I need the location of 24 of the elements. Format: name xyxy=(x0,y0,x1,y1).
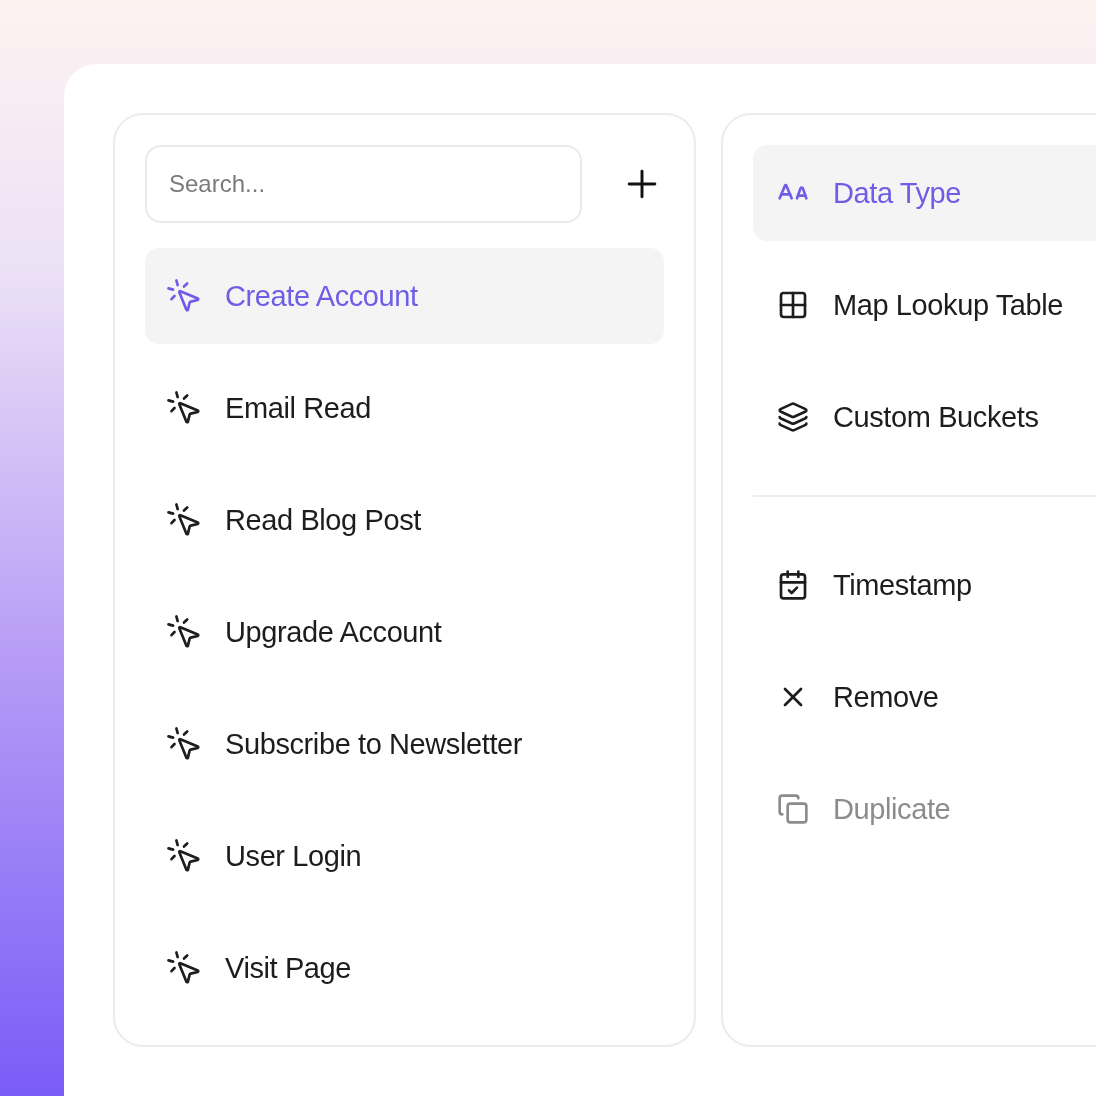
event-item[interactable]: Create Account xyxy=(145,248,664,344)
calendar-check-icon xyxy=(777,569,809,601)
pointer-click-icon xyxy=(165,501,203,539)
grid-icon xyxy=(777,289,809,321)
menu-item[interactable]: Timestamp xyxy=(753,537,1096,633)
menu-item[interactable]: Data Type xyxy=(753,145,1096,241)
pointer-click-icon xyxy=(165,837,203,875)
pointer-click-icon xyxy=(165,389,203,427)
event-item[interactable]: Upgrade Account xyxy=(145,584,664,680)
pointer-click-icon xyxy=(165,725,203,763)
search-field[interactable]: Search... xyxy=(145,145,582,223)
event-item[interactable]: User Login xyxy=(145,808,664,904)
event-item[interactable]: Visit Page xyxy=(145,920,664,1016)
menu-item[interactable]: Remove xyxy=(753,649,1096,745)
menu-item[interactable]: Map Lookup Table xyxy=(753,257,1096,353)
layers-icon xyxy=(777,401,809,433)
event-item[interactable]: Subscribe to Newsletter xyxy=(145,696,664,792)
pointer-click-icon xyxy=(165,277,203,315)
menu-item[interactable]: Custom Buckets xyxy=(753,369,1096,465)
pointer-click-icon xyxy=(165,949,203,987)
copy-icon xyxy=(777,793,809,825)
event-item[interactable]: Read Blog Post xyxy=(145,472,664,568)
event-item[interactable]: Email Read xyxy=(145,360,664,456)
pointer-click-icon xyxy=(165,613,203,651)
